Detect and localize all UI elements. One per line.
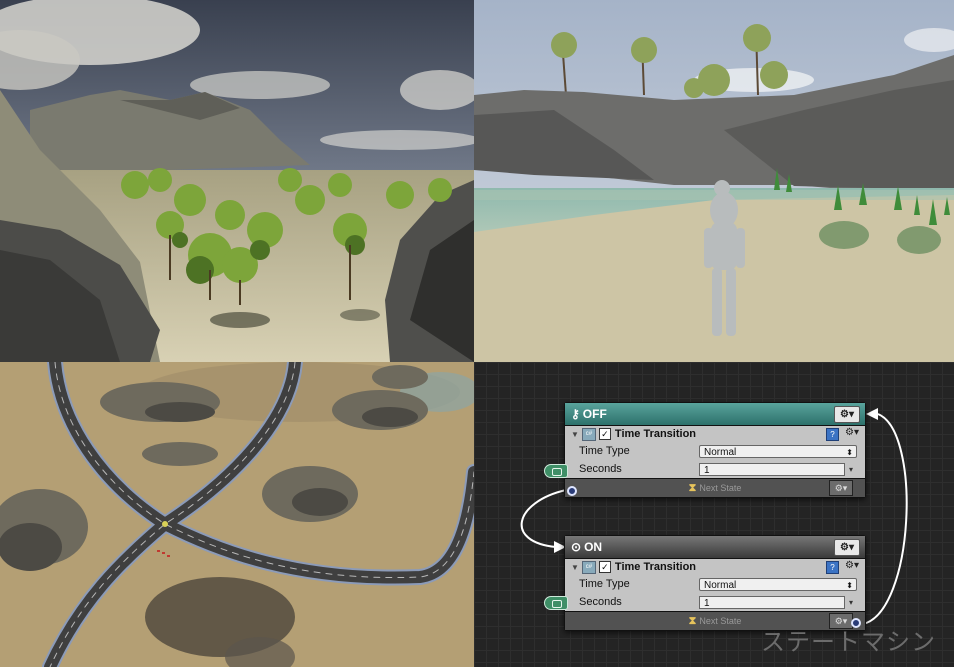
- state-title: OFF: [582, 407, 607, 421]
- transition-footer[interactable]: ⧗ Next State ⚙▾: [565, 478, 865, 497]
- next-state-label: Next State: [699, 616, 742, 626]
- expand-triangle-icon[interactable]: ▼: [571, 430, 579, 439]
- footer-gear-icon[interactable]: ⚙▾: [829, 480, 853, 496]
- time-type-label: Time Type: [579, 578, 630, 590]
- state-machine-graph[interactable]: ⚷ OFF ⚙▾ ▼ c# ✓ Time Transition ? ⚙▾ Tim…: [474, 362, 954, 667]
- state-title: ON: [584, 540, 603, 554]
- event-input-icon[interactable]: [544, 596, 568, 610]
- action-enable-checkbox[interactable]: ✓: [598, 428, 611, 440]
- time-type-select[interactable]: Normal ⬍: [699, 444, 857, 458]
- chevron-down-icon[interactable]: ▾: [849, 598, 853, 607]
- chevron-down-icon[interactable]: ▾: [849, 465, 853, 474]
- key-icon: ⚷: [571, 407, 580, 421]
- hourglass-icon: ⧗: [688, 481, 697, 494]
- state-header[interactable]: ⊙ ON ⚙▾: [565, 536, 865, 559]
- seconds-row: Seconds 1 ▾: [565, 460, 865, 478]
- time-type-row: Time Type Normal ⬍: [565, 575, 865, 593]
- action-enable-checkbox[interactable]: ✓: [598, 561, 611, 573]
- dropdown-arrow-icon: ⬍: [846, 580, 853, 590]
- expand-triangle-icon[interactable]: ▼: [571, 563, 579, 572]
- next-state-label: Next State: [699, 483, 742, 493]
- transition-arrow-icon: [866, 408, 878, 420]
- action-name: Time Transition: [614, 561, 697, 573]
- radio-dot-icon: ⊙: [571, 540, 582, 554]
- help-icon[interactable]: ?: [826, 561, 839, 574]
- time-type-select[interactable]: Normal ⬍: [699, 577, 857, 591]
- action-row[interactable]: ▼ c# ✓ Time Transition ? ⚙▾: [565, 426, 865, 442]
- seconds-row: Seconds 1 ▾: [565, 593, 865, 611]
- action-name: Time Transition: [614, 428, 697, 440]
- time-type-label: Time Type: [579, 445, 630, 457]
- seconds-label: Seconds: [579, 463, 622, 475]
- scene-desert-valley: [0, 0, 474, 362]
- watermark-text: ステートマシン: [761, 628, 936, 656]
- scene-road-terrain: [0, 362, 474, 667]
- action-row[interactable]: ▼ c# ✓ Time Transition ? ⚙▾: [565, 559, 865, 575]
- gear-icon[interactable]: ⚙▾: [845, 560, 859, 571]
- state-settings-button[interactable]: ⚙▾: [834, 539, 860, 556]
- state-node-on[interactable]: ⊙ ON ⚙▾ ▼ c# ✓ Time Transition ? ⚙▾ Time…: [564, 535, 866, 631]
- hourglass-icon: ⧗: [688, 614, 697, 627]
- dropdown-arrow-icon: ⬍: [846, 447, 853, 457]
- time-type-row: Time Type Normal ⬍: [565, 442, 865, 460]
- help-icon[interactable]: ?: [826, 428, 839, 441]
- gear-icon[interactable]: ⚙▾: [845, 427, 859, 438]
- scene-lake-character: [474, 0, 954, 362]
- state-header[interactable]: ⚷ OFF ⚙▾: [565, 403, 865, 426]
- seconds-input[interactable]: 1: [699, 595, 845, 609]
- script-icon: c#: [581, 560, 596, 574]
- script-icon: c#: [581, 427, 596, 441]
- state-node-off[interactable]: ⚷ OFF ⚙▾ ▼ c# ✓ Time Transition ? ⚙▾ Tim…: [564, 402, 866, 498]
- seconds-label: Seconds: [579, 596, 622, 608]
- state-settings-button[interactable]: ⚙▾: [834, 406, 860, 423]
- event-input-icon[interactable]: [544, 464, 568, 478]
- seconds-input[interactable]: 1: [699, 462, 845, 476]
- output-port-left[interactable]: [567, 486, 577, 496]
